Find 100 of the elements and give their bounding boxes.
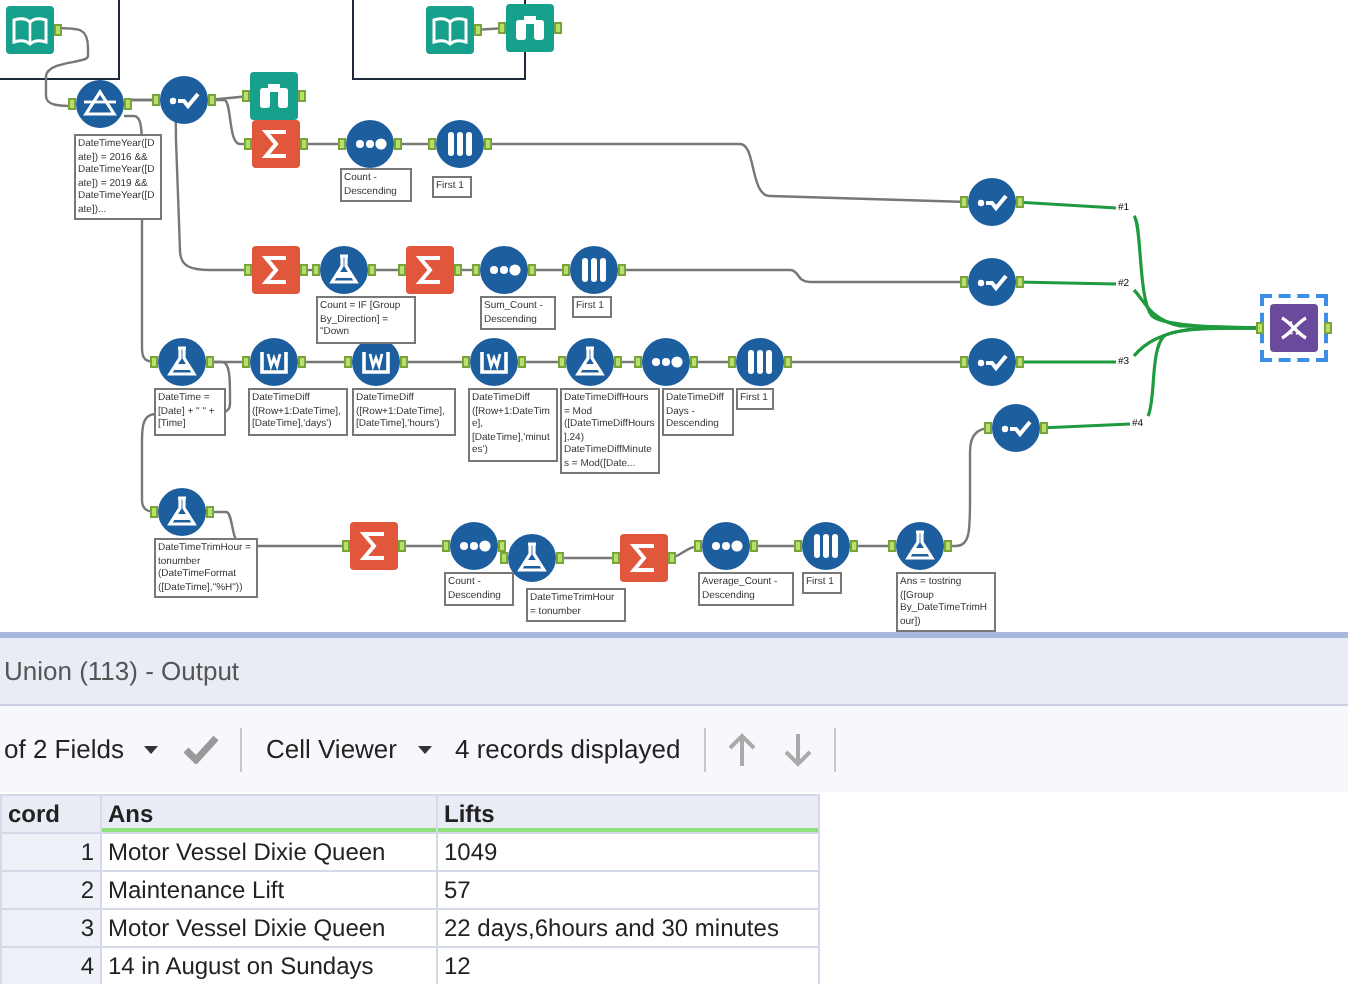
- triangle-tool-icon[interactable]: [76, 80, 124, 128]
- anchor-port[interactable]: [150, 356, 158, 368]
- column-header[interactable]: Ans: [101, 795, 437, 833]
- column-header[interactable]: Lifts: [437, 795, 819, 833]
- binoculars-tool-icon[interactable]: [506, 4, 554, 52]
- bars-tool-icon[interactable]: [570, 246, 618, 294]
- checkmark-tool-icon[interactable]: [160, 76, 208, 124]
- anchor-port[interactable]: [1256, 322, 1264, 334]
- sigma-tool-icon[interactable]: [620, 534, 668, 582]
- dots-tool-icon[interactable]: [450, 522, 498, 570]
- sigma-tool-icon[interactable]: [252, 120, 300, 168]
- anchor-port[interactable]: [1016, 356, 1024, 368]
- anchor-port[interactable]: [242, 90, 250, 102]
- bars-tool-icon[interactable]: [802, 522, 850, 570]
- dots-tool-icon[interactable]: [480, 246, 528, 294]
- bars-tool-icon[interactable]: [436, 120, 484, 168]
- anchor-port[interactable]: [562, 264, 570, 276]
- anchor-port[interactable]: [68, 98, 76, 110]
- anchor-port[interactable]: [960, 276, 968, 288]
- anchor-port[interactable]: [784, 356, 792, 368]
- anchor-port[interactable]: [474, 24, 482, 36]
- anchor-port[interactable]: [618, 264, 626, 276]
- anchor-port[interactable]: [368, 264, 376, 276]
- sigma-tool-icon[interactable]: [406, 246, 454, 294]
- tray-tool-icon[interactable]: [470, 338, 518, 386]
- flask-tool-icon[interactable]: [566, 338, 614, 386]
- flask-tool-icon[interactable]: [508, 534, 556, 582]
- cell-viewer-dropdown[interactable]: Cell Viewer: [265, 729, 431, 769]
- anchor-port[interactable]: [1040, 422, 1048, 434]
- anchor-port[interactable]: [338, 138, 346, 150]
- anchor-port[interactable]: [960, 196, 968, 208]
- anchor-port[interactable]: [206, 506, 214, 518]
- checkmark-tool-icon[interactable]: [968, 338, 1016, 386]
- arrow-up-icon[interactable]: [726, 731, 759, 767]
- anchor-port[interactable]: [612, 552, 620, 564]
- book-tool-icon[interactable]: [6, 6, 54, 54]
- anchor-port[interactable]: [794, 540, 802, 552]
- checkmark-tool-icon[interactable]: [992, 404, 1040, 452]
- anchor-port[interactable]: [668, 552, 676, 564]
- bars-tool-icon[interactable]: [736, 338, 784, 386]
- anchor-port[interactable]: [344, 356, 352, 368]
- anchor-port[interactable]: [1324, 322, 1332, 334]
- arrow-down-icon[interactable]: [782, 731, 815, 767]
- anchor-port[interactable]: [152, 94, 160, 106]
- dots-tool-icon[interactable]: [702, 522, 750, 570]
- anchor-port[interactable]: [244, 264, 252, 276]
- anchor-port[interactable]: [442, 540, 450, 552]
- column-header[interactable]: cord: [1, 795, 101, 833]
- anchor-port[interactable]: [694, 540, 702, 552]
- anchor-port[interactable]: [558, 356, 566, 368]
- anchor-port[interactable]: [298, 90, 306, 102]
- anchor-port[interactable]: [428, 138, 436, 150]
- anchor-port[interactable]: [300, 138, 308, 150]
- anchor-port[interactable]: [394, 138, 402, 150]
- anchor-port[interactable]: [462, 356, 470, 368]
- anchor-port[interactable]: [54, 24, 62, 36]
- dots-tool-icon[interactable]: [642, 338, 690, 386]
- anchor-port[interactable]: [944, 540, 952, 552]
- flask-tool-icon[interactable]: [158, 488, 206, 536]
- sigma-tool-icon[interactable]: [252, 246, 300, 294]
- anchor-port[interactable]: [984, 422, 992, 434]
- checkmark-tool-icon[interactable]: [968, 258, 1016, 306]
- anchor-port[interactable]: [342, 540, 350, 552]
- binoculars-tool-icon[interactable]: [250, 72, 298, 120]
- anchor-port[interactable]: [518, 356, 526, 368]
- table-cell: Motor Vessel Dixie Queen: [101, 909, 437, 947]
- anchor-port[interactable]: [1016, 276, 1024, 288]
- anchor-port[interactable]: [208, 94, 216, 106]
- book-tool-icon[interactable]: [426, 6, 474, 54]
- anchor-port[interactable]: [206, 356, 214, 368]
- anchor-port[interactable]: [850, 540, 858, 552]
- anchor-port[interactable]: [528, 264, 536, 276]
- anchor-port[interactable]: [400, 356, 408, 368]
- flask-tool-icon[interactable]: [896, 522, 944, 570]
- anchor-port[interactable]: [690, 356, 698, 368]
- anchor-port[interactable]: [554, 22, 562, 34]
- tray-tool-icon[interactable]: [250, 338, 298, 386]
- flask-tool-icon[interactable]: [158, 338, 206, 386]
- flask-tool-icon[interactable]: [320, 246, 368, 294]
- anchor-port[interactable]: [398, 264, 406, 276]
- anchor-port[interactable]: [298, 356, 306, 368]
- anchor-port[interactable]: [750, 540, 758, 552]
- anchor-port[interactable]: [124, 98, 132, 110]
- anchor-port[interactable]: [1016, 196, 1024, 208]
- anchor-port[interactable]: [960, 356, 968, 368]
- anchor-port[interactable]: [242, 356, 250, 368]
- checkmark-icon[interactable]: [181, 734, 220, 764]
- anchor-port[interactable]: [728, 356, 736, 368]
- sigma-tool-icon[interactable]: [350, 522, 398, 570]
- table-cell: 22 days,6hours and 30 minutes: [437, 909, 819, 947]
- anchor-port[interactable]: [888, 540, 896, 552]
- anchor-port[interactable]: [398, 540, 406, 552]
- anchor-port[interactable]: [498, 22, 506, 34]
- anchor-port[interactable]: [484, 138, 492, 150]
- anchor-port[interactable]: [150, 506, 158, 518]
- fields-dropdown[interactable]: of 2 Fields: [0, 729, 158, 769]
- checkmark-tool-icon[interactable]: [968, 178, 1016, 226]
- anchor-port[interactable]: [556, 552, 564, 564]
- dots-tool-icon[interactable]: [346, 120, 394, 168]
- anchor-port[interactable]: [244, 138, 252, 150]
